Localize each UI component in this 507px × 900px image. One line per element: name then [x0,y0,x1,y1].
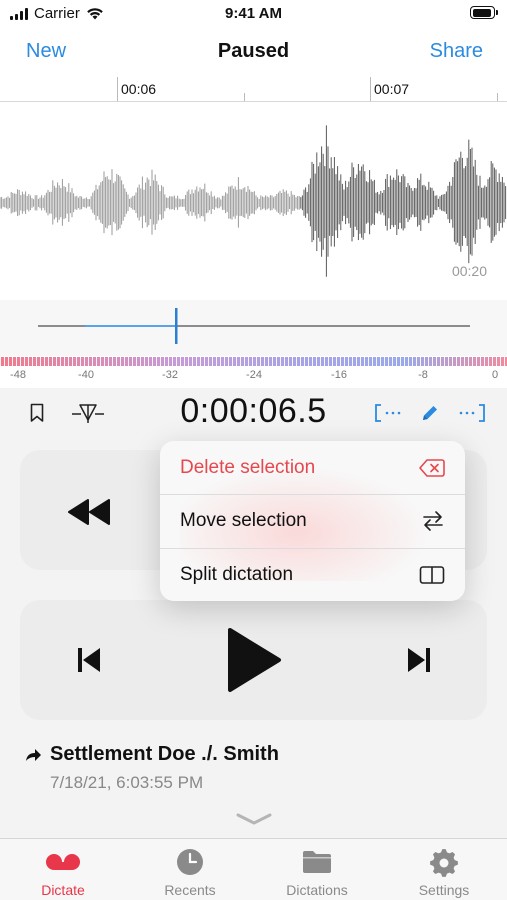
folder-icon [303,851,331,873]
play-icon [228,628,281,692]
ruler-label: 00:07 [374,81,410,97]
meter-label: -16 [331,369,347,381]
level-meter [0,357,507,366]
recording-title[interactable]: Settlement Doe ./. Smith [50,743,279,766]
clock-icon [177,849,203,875]
battery-fill [472,8,491,17]
arrows-swap-icon [423,511,443,531]
menu-item-move-selection[interactable]: Move selection [160,494,465,547]
skip-forward-button[interactable] [402,640,436,680]
tab-label: Recents [164,882,216,898]
waveform-graph [0,125,507,277]
menu-item-label: Split dictation [180,564,294,585]
ruler-tick [244,93,245,101]
tab-bar: Dictate Recents Dictations Settings [0,838,507,900]
meter-label: -40 [78,369,94,381]
meter-label: -8 [418,369,428,381]
edit-button[interactable] [418,400,442,426]
timeline-ruler: 00:06 00:07 [0,77,507,102]
play-button[interactable] [218,620,288,700]
ruler-label: 00:06 [121,81,157,97]
tab-recents[interactable]: Recents [127,839,253,900]
tab-dictate[interactable]: Dictate [0,839,126,900]
meter-label: -24 [246,369,262,381]
ruler-tick [497,93,498,101]
skip-forward-icon [408,648,430,672]
waveform[interactable] [0,103,507,300]
bracket-end-icon [459,404,485,422]
delete-left-icon [419,458,445,477]
status-bar: Carrier 9:41 AM [0,0,507,28]
chevron-down-icon [236,813,272,825]
scrubber[interactable] [0,300,507,356]
record-icon [46,854,80,870]
meter-label: -32 [162,369,178,381]
split-icon [419,566,445,584]
skip-back-icon [78,648,100,672]
select-start-button[interactable] [374,400,404,426]
menu-item-label: Delete selection [180,456,316,478]
tab-label: Dictate [41,882,85,898]
battery-icon [470,6,498,19]
meter-label: 0 [491,369,499,381]
tab-label: Dictations [286,882,348,898]
tab-dictations[interactable]: Dictations [254,839,380,900]
waveform-time-label: 00:20 [451,263,487,279]
rewind-button[interactable] [64,492,114,532]
tab-settings[interactable]: Settings [381,839,507,900]
gear-icon [430,849,458,877]
select-end-button[interactable] [456,400,486,426]
bracket-start-icon [375,404,401,422]
scrubber-track [38,308,470,344]
recording-date: 7/18/21, 6:03:55 PM [50,773,204,792]
share-button[interactable]: Share [430,40,483,63]
forward-arrow-icon [26,749,41,761]
context-menu: Delete selection Move selection Split di… [160,441,465,601]
ruler-tick [370,77,371,101]
menu-item-label: Move selection [180,510,307,531]
expand-button[interactable] [236,812,272,831]
status-time: 9:41 AM [225,5,282,22]
rewind-icon [68,499,110,525]
level-meter-labels: -48 -40 -32 -24 -16 -8 0 [0,369,507,385]
menu-item-split-dictation[interactable]: Split dictation [160,548,465,601]
meter-label: -48 [10,369,26,381]
ruler-tick [117,77,118,101]
pencil-icon [423,406,437,420]
skip-back-button[interactable] [72,640,106,680]
menu-item-delete-selection[interactable]: Delete selection [160,441,465,494]
tab-label: Settings [418,882,470,898]
